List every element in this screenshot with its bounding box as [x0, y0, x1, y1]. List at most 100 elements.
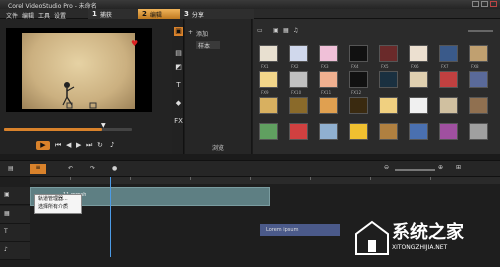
- library-thumb[interactable]: [319, 97, 338, 114]
- library-thumb[interactable]: [289, 71, 308, 88]
- show-photo-icon[interactable]: ▦: [283, 27, 289, 34]
- next-frame-button[interactable]: ▶: [76, 141, 81, 149]
- context-menu-item-select-all[interactable]: 选择所有介质: [35, 203, 81, 211]
- library-thumb[interactable]: [379, 123, 398, 140]
- scrub-handle-icon[interactable]: ▼: [101, 122, 106, 129]
- end-button[interactable]: ⏭: [86, 141, 92, 150]
- thumb-label: FX2: [291, 64, 299, 69]
- library-thumb[interactable]: [439, 45, 458, 62]
- library-thumb[interactable]: [469, 97, 488, 114]
- fit-project-icon[interactable]: ⊞: [456, 164, 461, 171]
- library-thumbnails: ▭ ▣ ▦ ♫ FX1 FX2 FX3 FX4 FX5 FX6 FX7 FX8 …: [253, 19, 500, 154]
- library-thumb[interactable]: [439, 71, 458, 88]
- library-thumb[interactable]: [349, 71, 368, 88]
- step-edit[interactable]: 2 编辑: [138, 9, 184, 19]
- library-thumb[interactable]: [469, 123, 488, 140]
- library-thumb[interactable]: [289, 123, 308, 140]
- folder-item-sample[interactable]: 样本: [196, 41, 220, 50]
- media-icon[interactable]: ▣: [174, 27, 183, 36]
- rewind-button[interactable]: ⏮: [55, 141, 61, 150]
- library-folder-panel: + 添加 样本 浏览: [185, 19, 252, 154]
- title-track-icon: T: [4, 228, 8, 235]
- volume-icon[interactable]: ♪: [110, 141, 114, 149]
- title-clip[interactable]: Lorem ipsum: [260, 224, 340, 236]
- show-audio-icon[interactable]: ♫: [293, 27, 298, 34]
- library-thumb[interactable]: [439, 97, 458, 114]
- zoom-out-icon[interactable]: ⊖: [384, 164, 389, 171]
- library-thumb[interactable]: [319, 71, 338, 88]
- video-track-header[interactable]: ▣: [0, 187, 30, 205]
- show-video-icon[interactable]: ▣: [273, 27, 279, 34]
- library-thumb[interactable]: [289, 45, 308, 62]
- maximize-button[interactable]: [481, 1, 488, 7]
- stick-figure-scene: [62, 82, 97, 109]
- playhead[interactable]: [110, 177, 111, 257]
- step-number: 1: [92, 10, 97, 18]
- library-thumb[interactable]: [409, 123, 428, 140]
- house-logo-icon: [355, 220, 389, 255]
- library-thumb[interactable]: [379, 97, 398, 114]
- library-thumb[interactable]: [409, 45, 428, 62]
- transition-icon[interactable]: ◩: [174, 63, 183, 72]
- step-label: 捕获: [99, 11, 112, 19]
- graphic-icon[interactable]: ◆: [174, 99, 183, 108]
- repeat-button[interactable]: ↻: [97, 141, 103, 149]
- prev-frame-button[interactable]: ◀: [66, 141, 71, 149]
- step-capture[interactable]: 1 捕获: [88, 9, 142, 19]
- close-button[interactable]: [490, 1, 497, 7]
- add-icon[interactable]: +: [188, 29, 193, 36]
- library-thumb[interactable]: [349, 123, 368, 140]
- audio-track-header[interactable]: ♪: [0, 242, 30, 260]
- add-folder-button[interactable]: 添加: [196, 29, 208, 38]
- thumb-label: FX9: [261, 90, 269, 95]
- library-thumb[interactable]: [349, 97, 368, 114]
- library-thumb[interactable]: [379, 71, 398, 88]
- zoom-slider[interactable]: [468, 30, 493, 32]
- library-thumb[interactable]: [289, 97, 308, 114]
- filter-icon[interactable]: FX: [174, 117, 183, 126]
- library-thumb[interactable]: [379, 45, 398, 62]
- title-track-header[interactable]: T: [0, 224, 30, 242]
- library-thumb[interactable]: [409, 71, 428, 88]
- folder-open-icon[interactable]: ▭: [257, 27, 263, 34]
- watermark-logo: 系统之家 XITONGZHIJIA.NET: [348, 214, 498, 264]
- timeline-zoom-slider[interactable]: [395, 169, 435, 171]
- library-thumb[interactable]: [259, 71, 278, 88]
- storyboard-view-icon[interactable]: ▤: [8, 165, 14, 172]
- folder-label: 样本: [198, 43, 211, 50]
- library-thumb[interactable]: [349, 45, 368, 62]
- library-thumb[interactable]: [469, 45, 488, 62]
- library-thumb[interactable]: [439, 123, 458, 140]
- library-thumb[interactable]: [259, 97, 278, 114]
- step-label: 编辑: [149, 11, 162, 19]
- library-thumb[interactable]: [319, 45, 338, 62]
- video-track-icon: ▣: [4, 191, 10, 198]
- context-menu: 轨道管理器... 选择所有介质: [34, 194, 82, 214]
- library-thumb[interactable]: [409, 97, 428, 114]
- instant-project-icon[interactable]: ▤: [174, 49, 183, 58]
- audio-track-icon: ♪: [4, 246, 8, 253]
- context-menu-item-track-manager[interactable]: 轨道管理器...: [35, 195, 81, 203]
- scrub-progress: [4, 128, 102, 131]
- overlay-track-header[interactable]: ▦: [0, 206, 30, 224]
- undo-icon[interactable]: ↶: [68, 165, 73, 172]
- library-thumb[interactable]: [259, 45, 278, 62]
- zoom-in-icon[interactable]: ⊕: [438, 164, 443, 171]
- browse-button[interactable]: 浏览: [212, 143, 224, 152]
- library-thumb[interactable]: [319, 123, 338, 140]
- overlay-track-icon: ▦: [4, 210, 10, 217]
- minimize-button[interactable]: [472, 1, 479, 7]
- step-number: 3: [184, 10, 189, 18]
- thumb-label: FX8: [471, 64, 479, 69]
- play-button[interactable]: ▶: [36, 141, 50, 150]
- redo-icon[interactable]: ↷: [90, 165, 95, 172]
- library-thumb[interactable]: [469, 71, 488, 88]
- timeline-view-icon[interactable]: ≡: [30, 164, 46, 174]
- ruler-tick: [250, 177, 251, 180]
- library-thumb[interactable]: [259, 123, 278, 140]
- record-icon[interactable]: ●: [112, 165, 117, 172]
- thumb-label: FX12: [351, 90, 362, 95]
- ruler-tick: [70, 177, 71, 180]
- title-icon[interactable]: T: [174, 81, 183, 90]
- step-share[interactable]: 3 分享: [180, 9, 254, 19]
